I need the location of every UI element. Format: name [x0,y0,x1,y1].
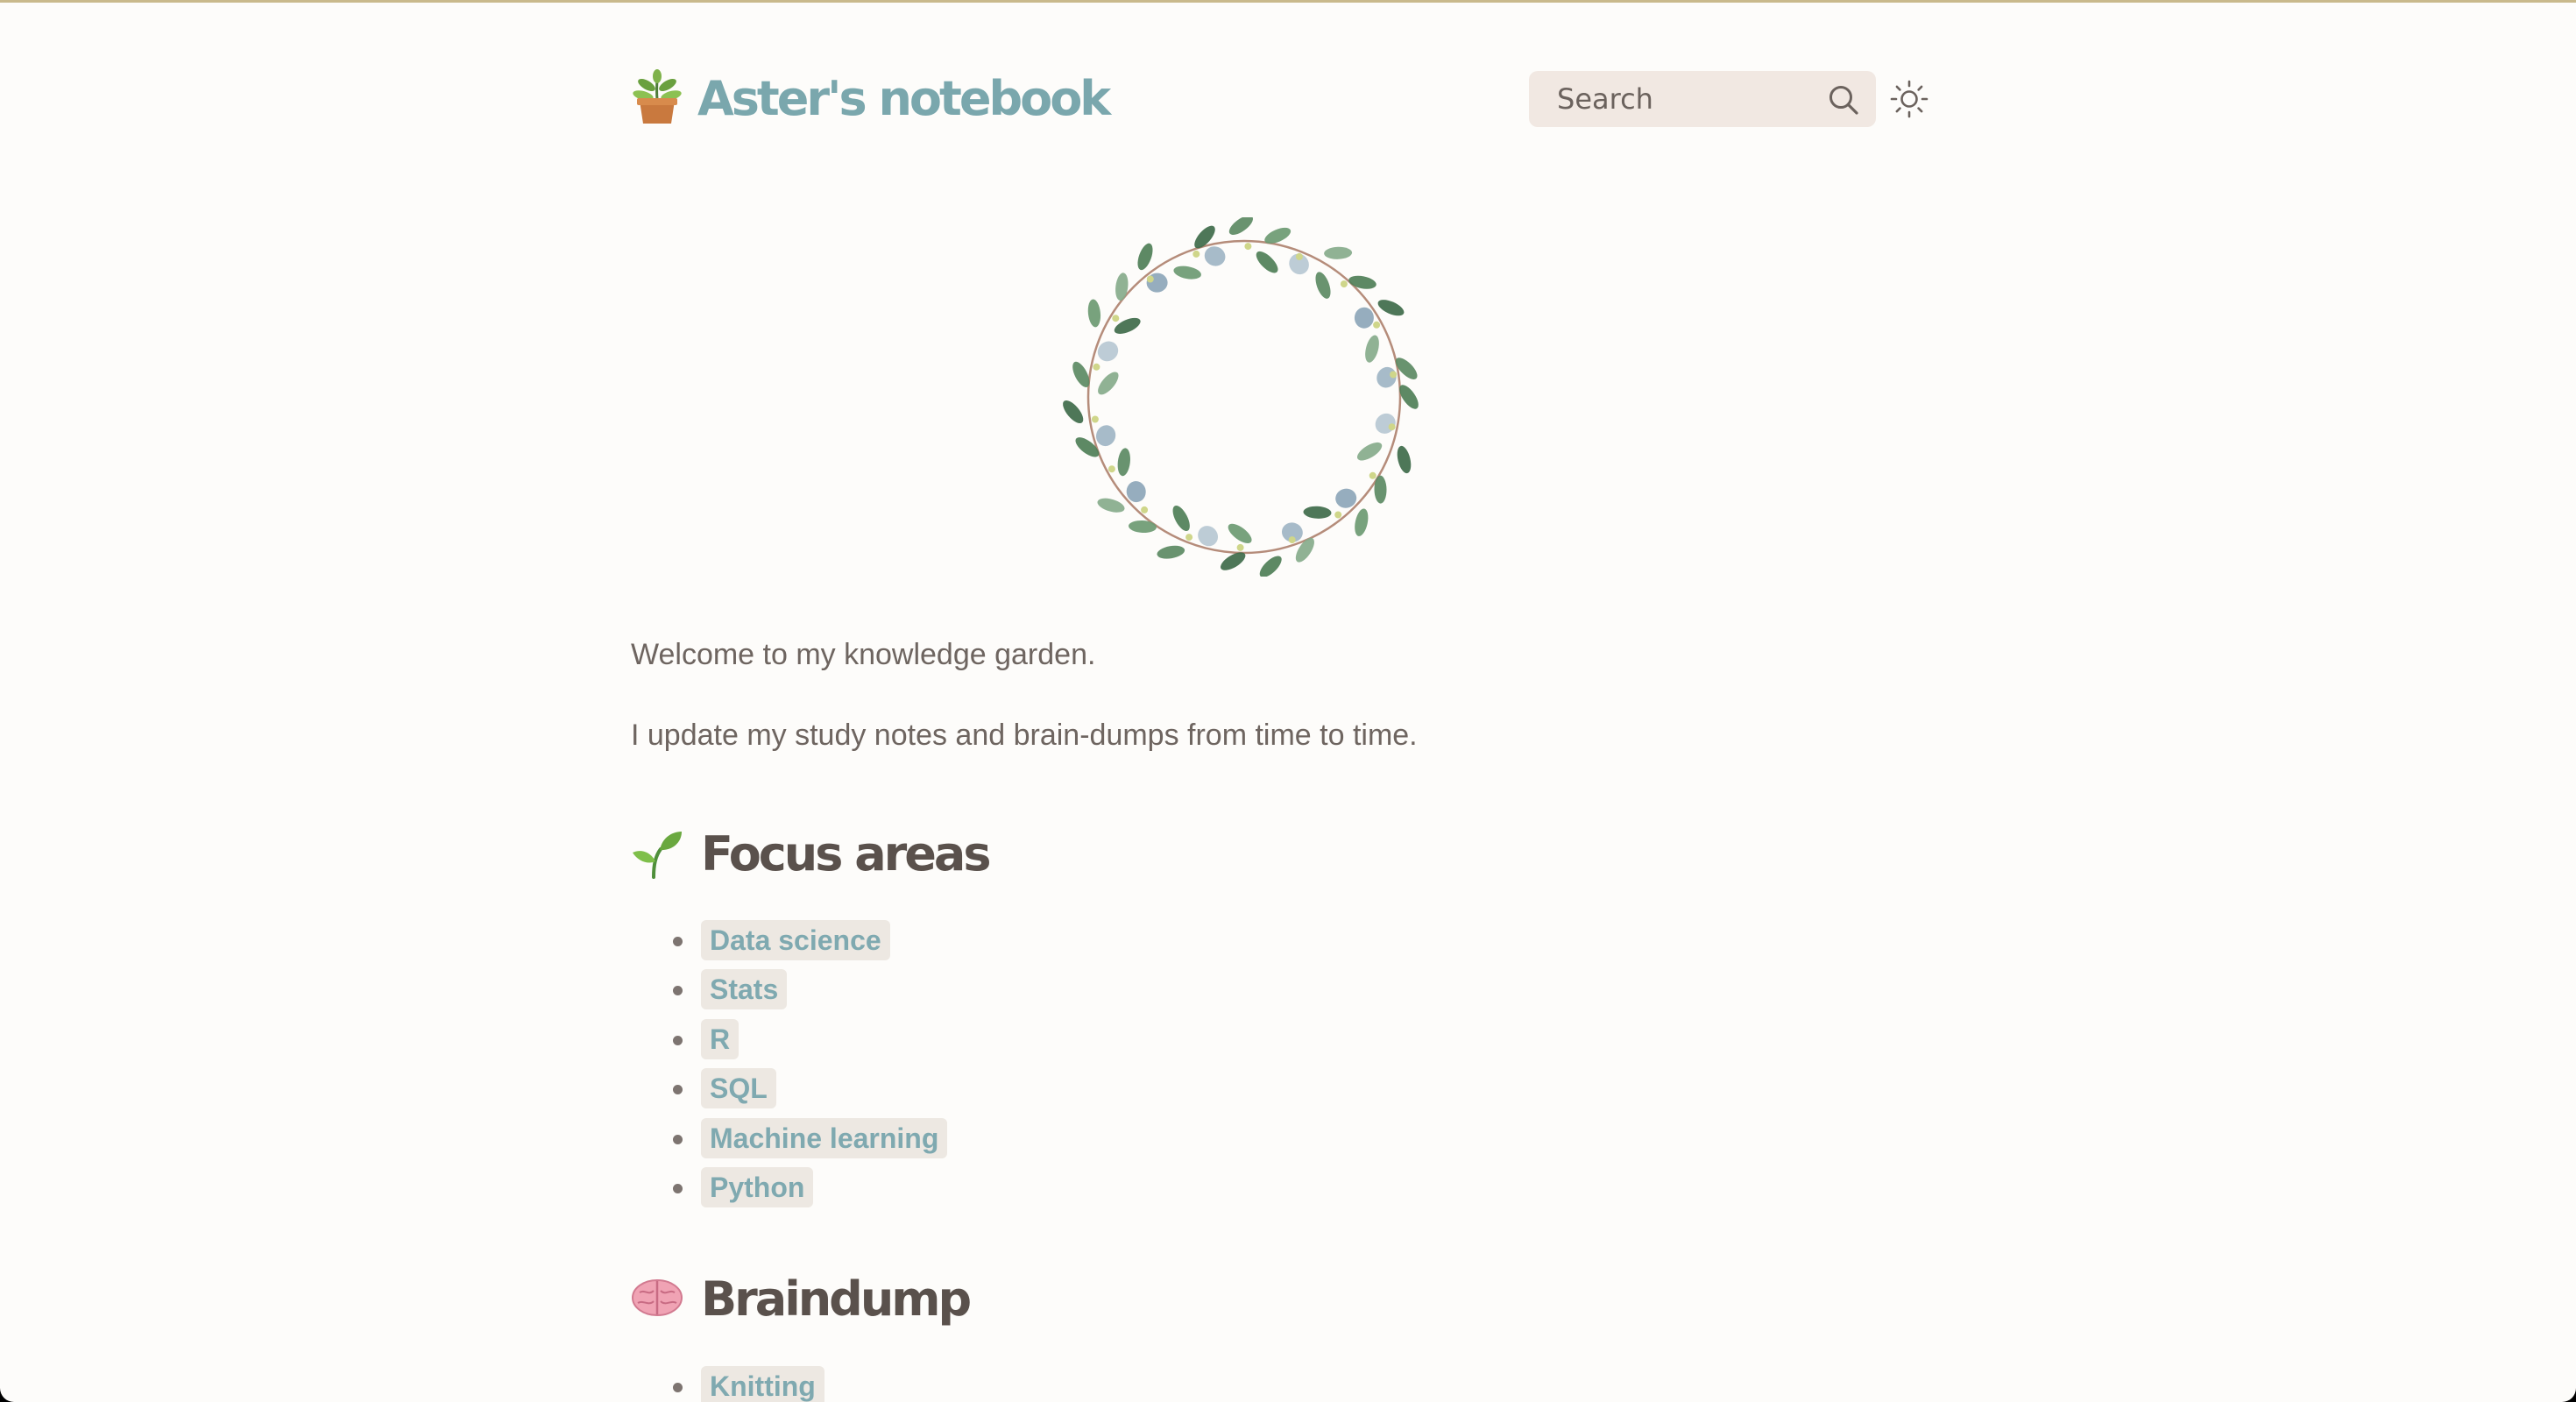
wreath-berry [1236,543,1244,551]
braindump-title: Braindump [701,1271,972,1327]
wreath-leaf [1098,372,1119,395]
wreath-leaf [1354,307,1374,329]
wreath-leaf [1228,523,1252,544]
bullet [673,1183,683,1193]
wreath-leaf [1365,335,1379,363]
search-input[interactable]: Search [1529,71,1876,127]
wreath-berry [1192,250,1200,258]
wreath-leaf [1097,498,1125,513]
wreath-berry [1369,471,1376,479]
wreath-berry [1185,534,1193,542]
wreath-berry [1390,371,1398,379]
focus-areas-title: Focus areas [701,826,991,882]
wreath-leaf [1204,246,1226,266]
wreath-leaf [1157,545,1185,559]
bullet [673,937,683,946]
wreath-leaf [1063,400,1084,424]
sun-icon[interactable] [1888,78,1930,120]
wreath-leaf [1315,272,1331,299]
eucalyptus-wreath-image [1063,217,1419,577]
wreath-berry [1334,511,1342,519]
browser-window: Aster's notebook Search Welcome to my kn… [0,0,2576,1402]
wreath-berry [1093,363,1100,371]
wreath-berry [1373,321,1381,329]
bullet [673,1085,683,1095]
wreath-leaf [1173,266,1201,280]
seedling-icon [633,832,682,879]
intro-welcome-text: Welcome to my knowledge garden. [631,638,1096,671]
wreath-leaf [1129,520,1157,534]
link-machine-learning[interactable]: Machine learning [701,1117,948,1158]
wreath-leaf [1356,442,1383,461]
wreath-leaf [1228,217,1253,235]
wreath-berry [1388,423,1396,431]
wreath-leaf [1324,246,1353,259]
wreath-leaf [1115,273,1129,301]
link-data-science[interactable]: Data science [701,920,890,960]
site-title[interactable]: Aster's notebook [697,64,1111,134]
intro-update-text: I update my study notes and brain-dumps … [631,719,1418,752]
wreath-leaf [1259,556,1282,577]
wreath-leaf [1087,299,1101,328]
search-icon[interactable] [1827,83,1860,117]
wreath-leaf [1397,445,1412,474]
wreath-berry [1295,252,1303,260]
wreath-berry [1244,243,1252,251]
wreath-berry [1288,536,1296,544]
wreath-berry [1340,280,1348,288]
wreath-leaf [1137,243,1153,271]
bullet [673,1035,683,1045]
wreath-leaf [1117,448,1130,477]
wreath-leaf [1126,481,1146,503]
wreath-berry [1091,415,1099,423]
wreath-leaf [1376,366,1397,388]
wreath-berry [1112,315,1120,322]
wreath-berry [1108,465,1115,473]
wreath-berry [1141,506,1149,513]
brain-icon [632,1279,683,1316]
wreath-leaf [1374,475,1387,504]
link-knitting[interactable]: Knitting [701,1366,824,1402]
wreath-berry [1146,275,1154,283]
wreath-leaf [1348,275,1376,289]
site-header: Aster's notebook Search [631,64,1945,134]
wreath-leaf [1256,251,1278,273]
link-r[interactable]: R [701,1018,740,1059]
link-python[interactable]: Python [701,1166,814,1207]
wreath-leaf [1172,505,1190,532]
search-placeholder: Search [1557,82,1653,116]
bullet [673,1383,683,1392]
wreath-leaf [1303,506,1332,519]
wreath-leaf [1355,508,1369,536]
wreath-leaf [1095,425,1116,447]
wreath-leaf [1377,300,1405,316]
potted-plant-icon[interactable] [631,69,683,125]
link-sql[interactable]: SQL [701,1068,776,1109]
wreath-leaf [1146,273,1168,293]
bullet [673,986,683,996]
link-stats[interactable]: Stats [701,969,788,1010]
bullet [673,1134,683,1144]
